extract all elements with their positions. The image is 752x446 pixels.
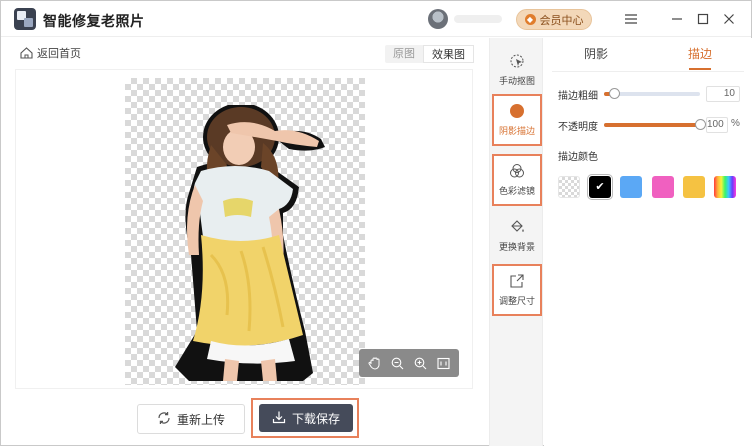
shadow-circle-icon xyxy=(509,103,525,119)
refresh-icon xyxy=(157,411,171,428)
download-save-button[interactable]: 下载保存 xyxy=(259,404,353,432)
tab-original[interactable]: 原图 xyxy=(385,45,423,63)
tool-sidebar: 手动抠图 阴影描边 色彩滤镜 更换背景 调整尺寸 xyxy=(489,38,543,446)
back-home-label: 返回首页 xyxy=(37,48,81,60)
color-filter-icon xyxy=(509,163,525,179)
opacity-slider[interactable] xyxy=(604,119,706,130)
reupload-label: 重新上传 xyxy=(176,412,225,427)
tabs-divider xyxy=(552,71,744,72)
title-bar: 智能修复老照片 ◆ 会员中心 xyxy=(1,1,751,37)
opacity-handle[interactable] xyxy=(695,119,706,130)
minimize-icon[interactable] xyxy=(667,9,687,29)
app-logo-icon xyxy=(14,8,36,30)
stroke-width-input[interactable]: 10 xyxy=(706,86,740,102)
home-icon xyxy=(20,47,33,59)
paint-bucket-icon xyxy=(509,219,525,235)
fit-to-screen-icon[interactable] xyxy=(435,354,453,372)
reupload-button[interactable]: 重新上传 xyxy=(137,404,245,434)
swatch-pink[interactable] xyxy=(652,176,674,198)
tool-label: 调整尺寸 xyxy=(498,296,535,306)
app-window: 智能修复老照片 ◆ 会员中心 返回首页 原图 效果图 重新上传 下载保存 手动抠… xyxy=(0,0,752,446)
menu-icon[interactable] xyxy=(621,9,641,29)
swatch-transparent[interactable] xyxy=(558,176,580,198)
tool-color-filter[interactable]: 色彩滤镜 xyxy=(492,154,542,206)
swatch-blue[interactable] xyxy=(620,176,642,198)
tool-shadow-stroke[interactable]: 阴影描边 xyxy=(492,94,542,146)
zoom-out-icon[interactable] xyxy=(389,354,407,372)
tool-label: 手动抠图 xyxy=(498,76,535,86)
vip-center-button[interactable]: ◆ 会员中心 xyxy=(516,9,592,30)
settings-panel: 阴影 描边 描边粗细 10 不透明度 100 % 描边颜色 ✔ xyxy=(544,38,752,446)
swatch-black[interactable]: ✔ xyxy=(589,176,611,198)
back-home-link[interactable]: 返回首页 xyxy=(20,45,81,61)
swatch-rainbow[interactable] xyxy=(714,176,736,198)
stroke-width-slider[interactable] xyxy=(604,88,700,99)
resize-icon xyxy=(509,273,525,289)
swatch-yellow[interactable] xyxy=(683,176,705,198)
tool-label: 更换背景 xyxy=(498,242,535,252)
tool-resize[interactable]: 调整尺寸 xyxy=(492,264,542,316)
cutout-photo xyxy=(175,105,325,381)
stroke-width-label: 描边粗细 xyxy=(558,91,598,102)
tool-change-background[interactable]: 更换背景 xyxy=(492,210,542,262)
stroke-color-label: 描边颜色 xyxy=(558,152,598,163)
check-icon: ✔ xyxy=(595,181,605,193)
opacity-input[interactable]: 100 xyxy=(706,117,728,133)
tool-label: 阴影描边 xyxy=(498,126,535,136)
download-icon xyxy=(272,410,286,427)
maximize-icon[interactable] xyxy=(693,9,713,29)
tool-manual-cutout[interactable]: 手动抠图 xyxy=(492,44,542,96)
view-toggle: 原图 效果图 xyxy=(385,45,474,63)
tab-stroke[interactable]: 描边 xyxy=(648,44,752,70)
hand-pan-icon[interactable] xyxy=(366,354,384,372)
app-title: 智能修复老照片 xyxy=(43,13,145,29)
opacity-fill xyxy=(604,123,700,127)
panel-tabs: 阴影 描边 xyxy=(544,44,752,70)
tab-shadow[interactable]: 阴影 xyxy=(544,44,648,70)
tab-result[interactable]: 效果图 xyxy=(423,45,474,63)
vip-center-label: 会员中心 xyxy=(539,14,584,27)
avatar[interactable] xyxy=(428,9,448,29)
close-icon[interactable] xyxy=(719,9,739,29)
cursor-select-icon xyxy=(509,53,525,69)
stroke-width-handle[interactable] xyxy=(608,88,620,99)
opacity-unit: % xyxy=(731,118,740,129)
opacity-label: 不透明度 xyxy=(558,122,598,133)
zoom-in-icon[interactable] xyxy=(412,354,430,372)
zoom-toolbar xyxy=(359,349,459,377)
download-save-label: 下载保存 xyxy=(291,411,340,426)
user-name xyxy=(454,15,502,23)
tool-label: 色彩滤镜 xyxy=(498,186,535,196)
diamond-icon: ◆ xyxy=(524,14,536,25)
